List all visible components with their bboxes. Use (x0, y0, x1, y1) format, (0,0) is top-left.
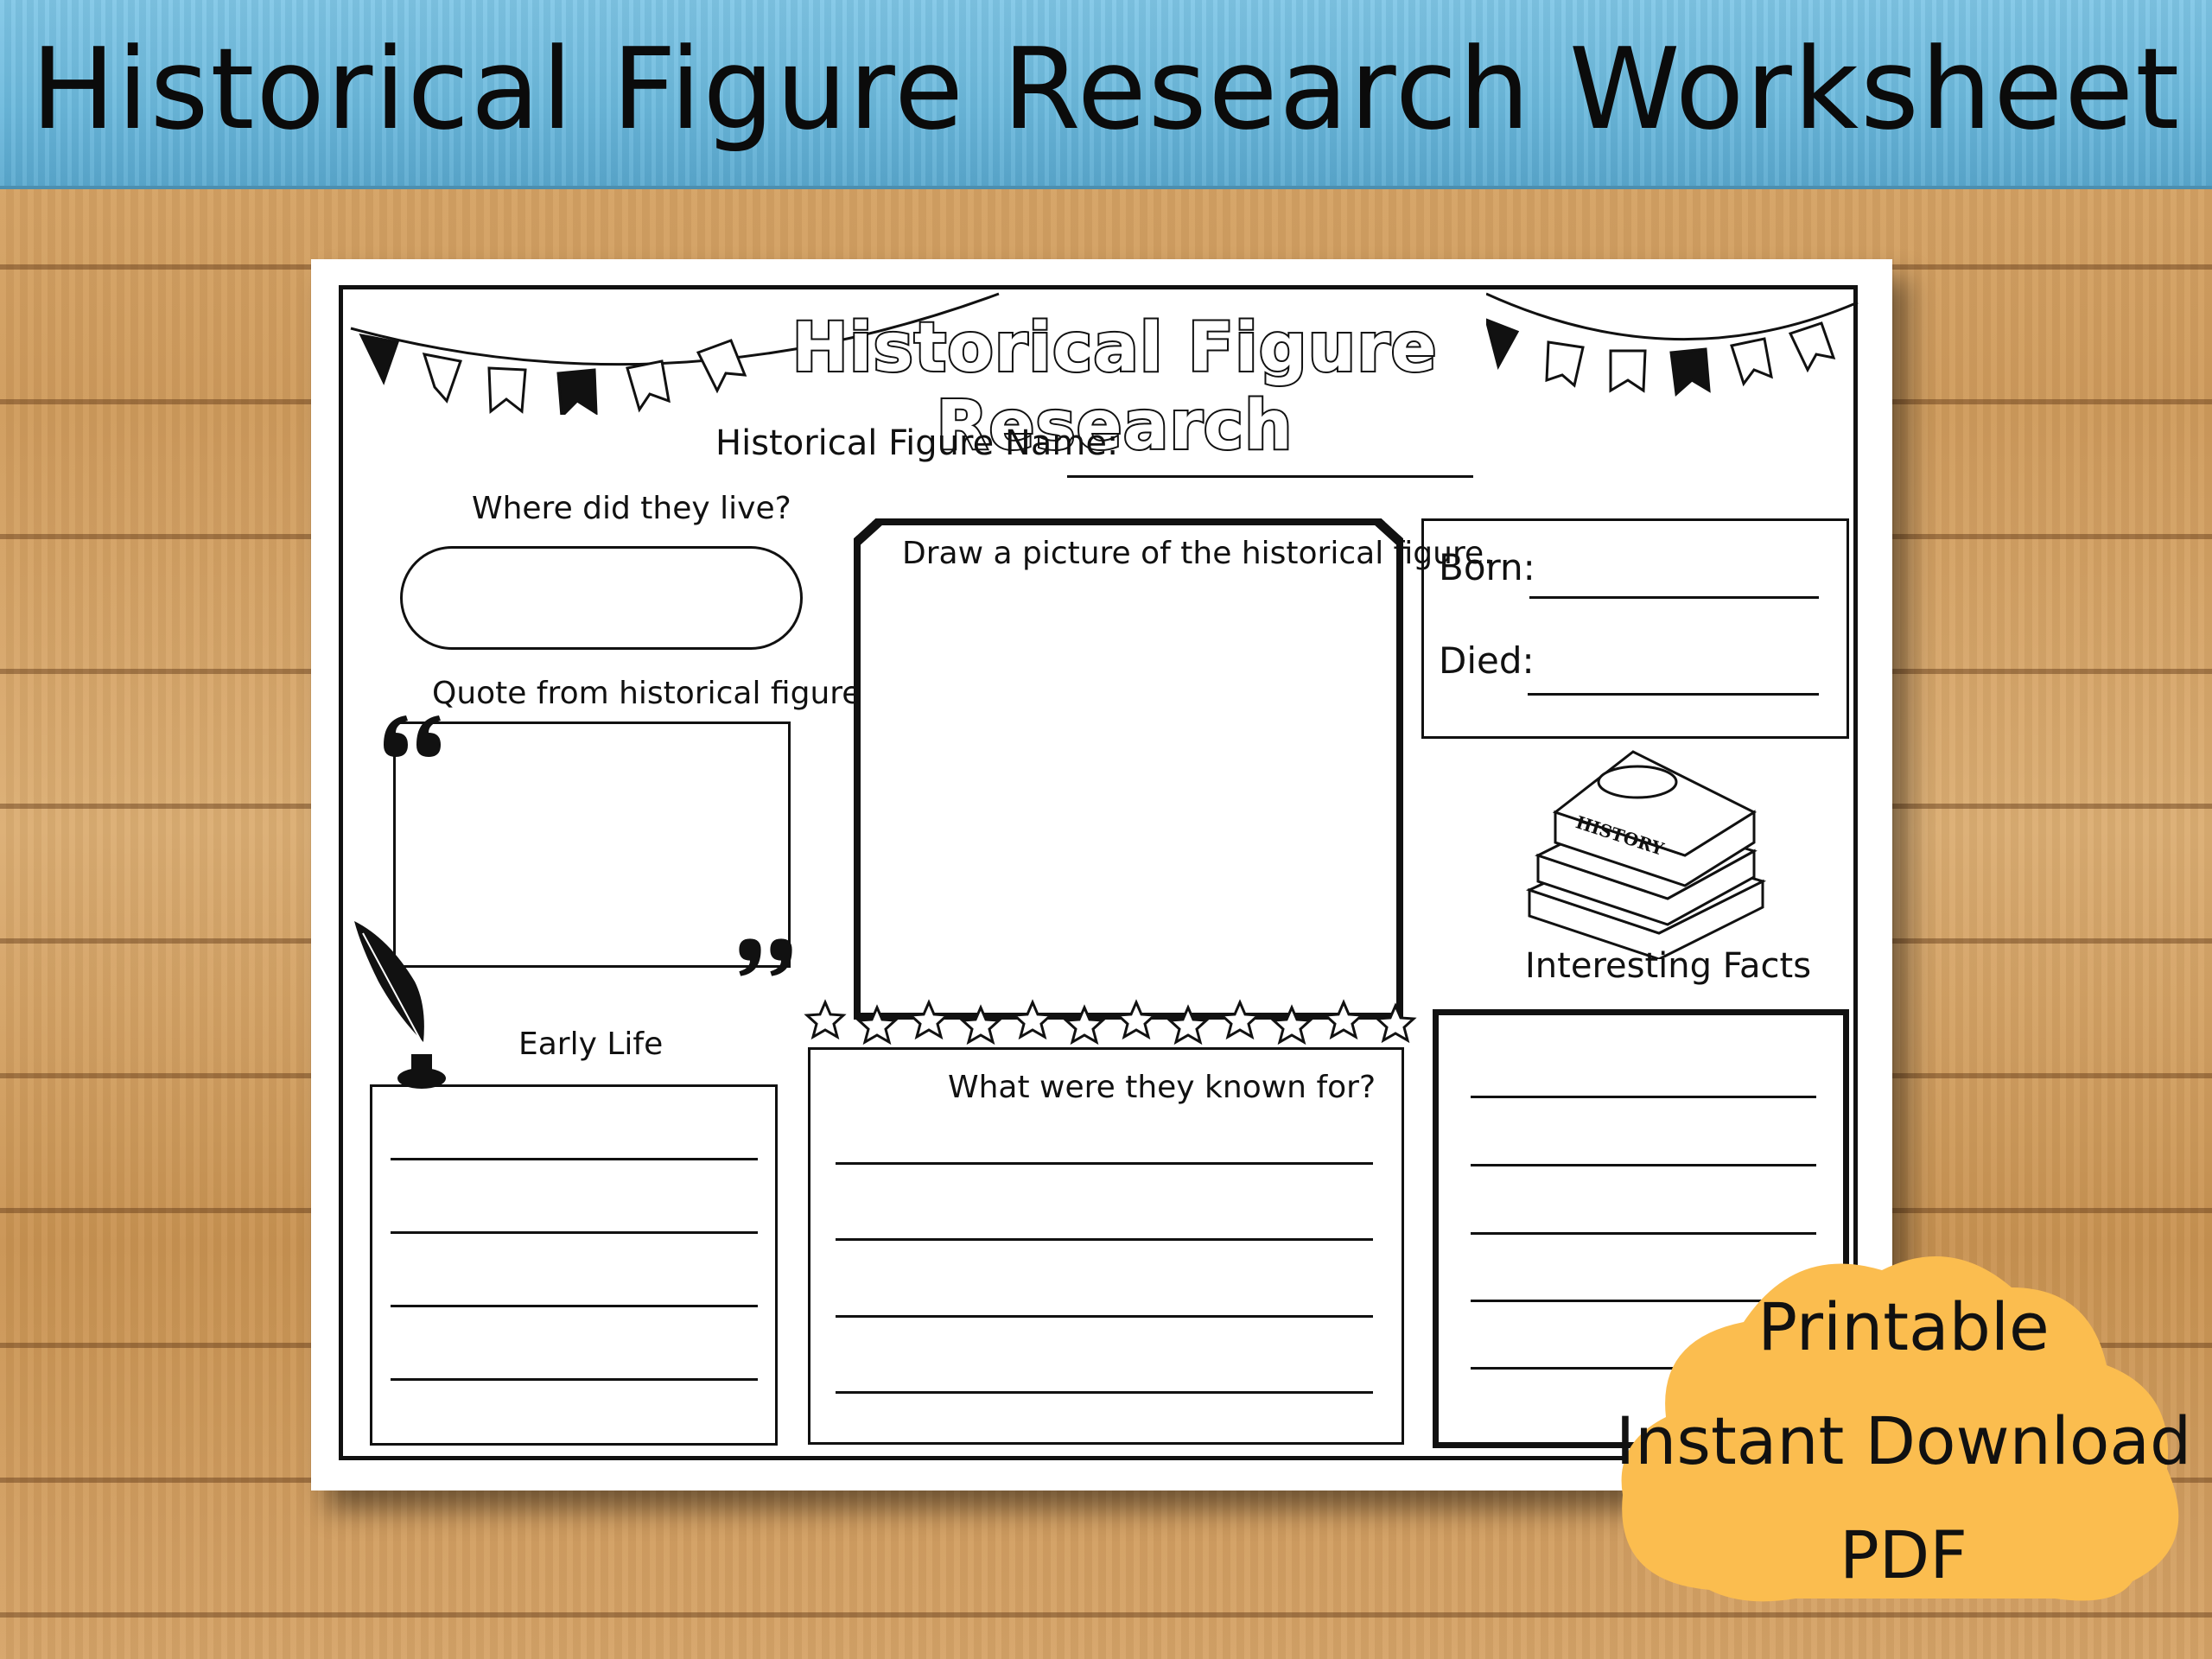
facts-label: Interesting Facts (1525, 946, 1812, 986)
where-field[interactable] (400, 546, 803, 650)
born-label: Born: (1439, 546, 1535, 588)
early-life-label: Early Life (518, 1027, 664, 1062)
banner-title: Historical Figure Research Worksheet (30, 23, 2182, 155)
known-for-line[interactable] (836, 1162, 1373, 1165)
known-for-line[interactable] (836, 1315, 1373, 1318)
quill-ink-icon (354, 921, 446, 1089)
close-quote-icon (739, 938, 792, 976)
known-for-box (808, 1047, 1404, 1445)
name-label: Historical Figure Name: (715, 423, 1119, 463)
promo-line-printable: Printable (1758, 1288, 2050, 1365)
open-quote-icon (384, 715, 441, 757)
promo-line-instant-download: Instant Download (1615, 1402, 2192, 1479)
known-for-line[interactable] (836, 1391, 1373, 1394)
died-line[interactable] (1528, 693, 1819, 696)
top-banner: Historical Figure Research Worksheet (0, 0, 2212, 189)
drawing-area[interactable] (864, 531, 1393, 1011)
early-life-line[interactable] (391, 1305, 758, 1307)
early-life-box (370, 1084, 778, 1446)
promo-text: Printable Instant Download PDF (1605, 1270, 2202, 1612)
born-line[interactable] (1529, 596, 1819, 599)
early-life-line[interactable] (391, 1231, 758, 1234)
where-label: Where did they live? (472, 491, 791, 526)
early-life-line[interactable] (391, 1378, 758, 1381)
facts-line[interactable] (1471, 1096, 1816, 1098)
name-line[interactable] (1067, 475, 1473, 478)
known-for-label: What were they known for? (948, 1070, 1376, 1105)
facts-line[interactable] (1471, 1232, 1816, 1235)
died-label: Died: (1439, 639, 1535, 682)
known-for-line[interactable] (836, 1238, 1373, 1241)
promo-line-pdf: PDF (1839, 1516, 1968, 1593)
quote-label: Quote from historical figure (432, 676, 861, 711)
draw-label: Draw a picture of the historical figure. (902, 536, 1494, 571)
facts-line[interactable] (1471, 1164, 1816, 1166)
early-life-line[interactable] (391, 1158, 758, 1160)
